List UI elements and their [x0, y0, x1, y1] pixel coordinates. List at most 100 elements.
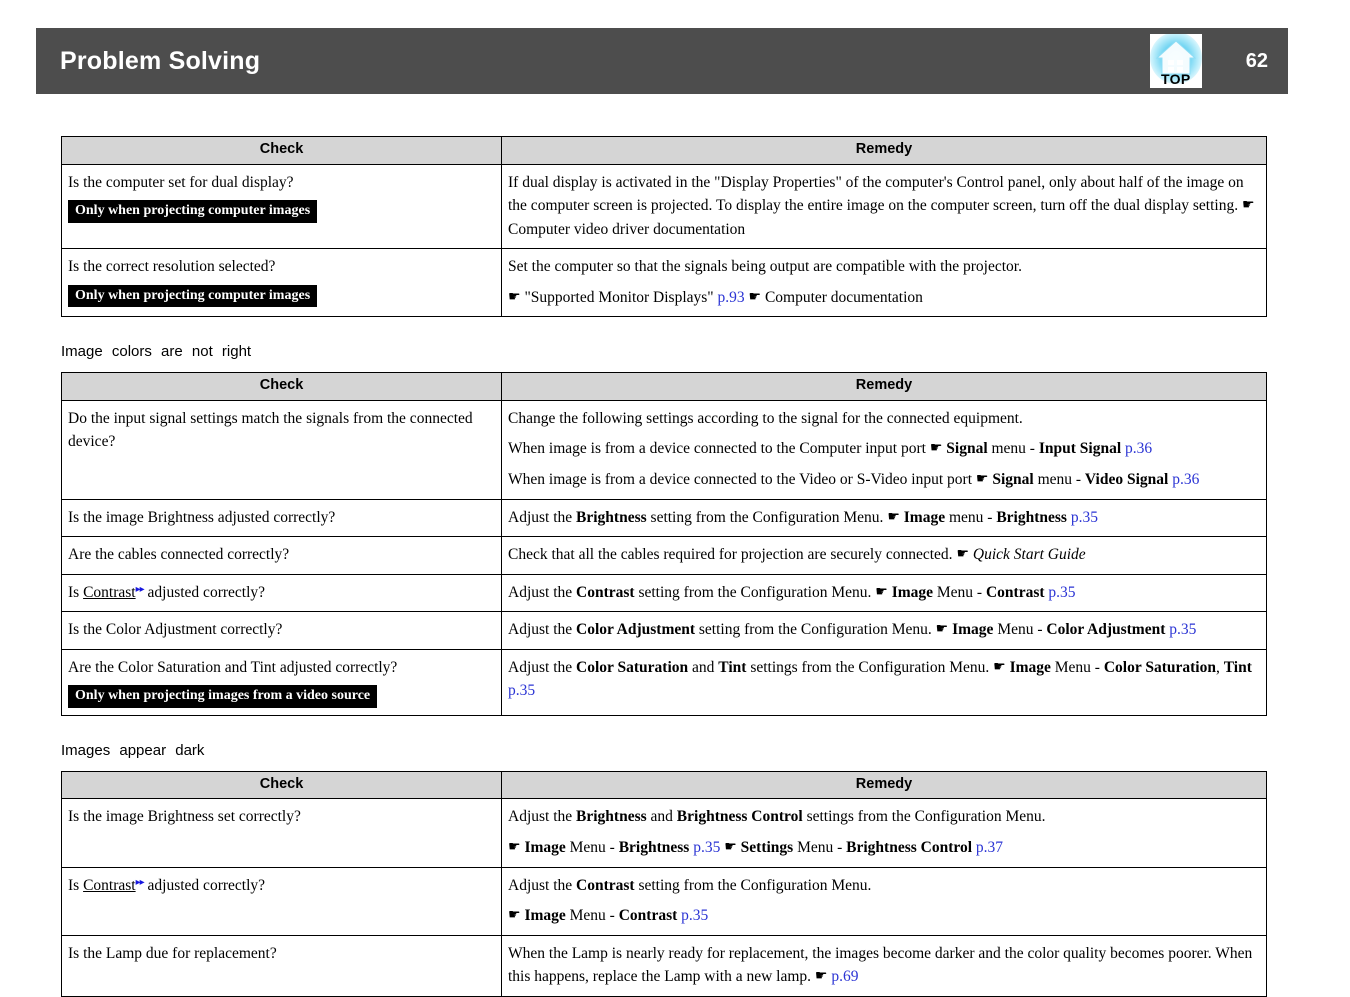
bold-term: Image: [524, 907, 566, 925]
table-row: Is the Lamp due for replacement? When the…: [61, 934, 1267, 997]
glossary-marker-icon: ▸▸: [135, 876, 145, 888]
bold-term: Signal: [946, 440, 988, 458]
bold-term: Color Saturation: [1103, 658, 1216, 676]
remedy-cell: When the Lamp is nearly ready for replac…: [501, 934, 1267, 997]
remedy-cell: Adjust the Brightness and Brightness Con…: [501, 798, 1267, 868]
section-heading: Image colors are not right: [61, 343, 252, 361]
page-link[interactable]: p.35: [1169, 621, 1196, 638]
pointer-hand-icon: ☛: [508, 288, 521, 305]
pointer-hand-icon: ☛: [508, 907, 521, 924]
remedy-cell: Set the computer so that the signals bei…: [501, 248, 1267, 318]
pointer-hand-icon: ☛: [929, 440, 943, 457]
remedy-line: ☛ "Supported Monitor Displays" p.93 ☛ Co…: [508, 288, 923, 306]
check-text: Are the cables connected correctly?: [68, 546, 290, 564]
page-link[interactable]: p.35: [1071, 509, 1098, 526]
pointer-hand-icon: ☛: [508, 839, 521, 855]
remedy-line: Set the computer so that the signals bei…: [508, 258, 1022, 276]
table-header-row: Check Remedy: [61, 372, 1267, 401]
glossary-term-contrast[interactable]: Contrast: [83, 877, 136, 894]
bold-term: Color Saturation: [576, 658, 689, 676]
column-header-check: Check: [61, 372, 502, 401]
column-header-remedy: Remedy: [501, 770, 1267, 800]
bold-term: Brightness: [996, 508, 1067, 526]
troubleshooting-table: Check Remedy Do the input signal settings …: [61, 372, 1267, 716]
check-cell: Is Contrast▸▸ adjusted correctly?: [61, 573, 502, 613]
bold-term: Brightness: [618, 839, 690, 856]
page-link[interactable]: p.93: [718, 289, 745, 306]
check-text: Is the image Brightness adjusted correct…: [68, 508, 336, 526]
table-row: Do the input signal settings match the s…: [61, 399, 1267, 500]
pointer-hand-icon: ☛: [993, 658, 1006, 675]
bold-term: Brightness: [576, 808, 647, 826]
page-link[interactable]: p.37: [976, 839, 1003, 856]
bold-term: Image: [1009, 658, 1051, 676]
table-row: Are the Color Saturation and Tint adjust…: [61, 648, 1267, 716]
remedy-cell: Adjust the Color Adjustment setting from…: [501, 611, 1267, 650]
top-home-icon[interactable]: TOP: [1149, 34, 1202, 88]
pointer-hand-icon: ☛: [956, 546, 969, 563]
glossary-term-contrast[interactable]: Contrast: [83, 584, 136, 601]
pointer-hand-icon: ☛: [875, 583, 888, 600]
check-text: Is the computer set for dual display?: [68, 173, 294, 191]
section-heading: Images appear dark: [61, 741, 205, 759]
check-text: Is Contrast▸▸ adjusted correctly?: [68, 876, 266, 894]
italic-reference: Quick Start Guide: [972, 546, 1086, 564]
page-link[interactable]: p.35: [693, 839, 720, 856]
remedy-line: If dual display is activated in the "Dis…: [508, 173, 1255, 238]
check-cell: Are the Color Saturation and Tint adjust…: [61, 648, 502, 716]
bold-term: Video Signal: [1084, 470, 1169, 488]
condition-badge: Only when projecting computer images: [68, 200, 318, 223]
check-cell: Are the cables connected correctly?: [61, 536, 502, 575]
check-text: Is Contrast▸▸ adjusted correctly?: [68, 583, 266, 601]
bold-term: Signal: [992, 470, 1034, 488]
remedy-line: Adjust the Brightness and Brightness Con…: [508, 808, 1046, 826]
pointer-hand-icon: ☛: [814, 968, 828, 985]
page-link[interactable]: p.35: [508, 682, 535, 699]
remedy-cell: Adjust the Color Saturation and Tint set…: [501, 648, 1267, 716]
table-row: Is Contrast▸▸ adjusted correctly? Adjust …: [61, 866, 1267, 936]
bold-term: Contrast: [576, 876, 635, 894]
table-row: Is the computer set for dual display? Onl…: [61, 163, 1267, 250]
check-cell: Is Contrast▸▸ adjusted correctly?: [61, 866, 502, 936]
bold-term: Image: [891, 583, 934, 601]
remedy-cell: Adjust the Contrast setting from the Con…: [501, 573, 1267, 613]
bold-term: Color Adjustment: [1046, 621, 1166, 639]
bold-term: Brightness: [576, 508, 647, 526]
check-text: Are the Color Saturation and Tint adjust…: [68, 658, 398, 676]
remedy-line: Adjust the Color Adjustment setting from…: [508, 621, 1197, 639]
column-header-check: Check: [61, 136, 502, 165]
check-text: Is the Lamp due for replacement?: [68, 944, 277, 962]
remedy-cell: Change the following settings according …: [501, 399, 1267, 500]
table-header-row: Check Remedy: [61, 770, 1267, 800]
header-right-group: TOP 62: [1149, 34, 1288, 88]
remedy-cell: Check that all the cables required for p…: [501, 536, 1267, 575]
remedy-cell: Adjust the Brightness setting from the C…: [501, 498, 1267, 538]
page-link[interactable]: p.35: [681, 907, 708, 924]
check-cell: Is the Color Adjustment correctly?: [61, 611, 502, 650]
page-link[interactable]: p.69: [831, 968, 858, 985]
check-cell: Is the image Brightness set correctly?: [61, 798, 502, 868]
check-text: Is the image Brightness set correctly?: [68, 808, 301, 826]
check-text: Is the correct resolution selected?: [68, 258, 276, 276]
remedy-line: Change the following settings according …: [508, 409, 1023, 427]
table-row: Are the cables connected correctly? Check…: [61, 536, 1267, 575]
remedy-line: ☛ Image Menu - Contrast p.35: [508, 907, 709, 925]
column-header-check: Check: [61, 770, 502, 800]
condition-badge: Only when projecting images from a video…: [68, 685, 378, 708]
table-row: Is the correct resolution selected? Only …: [61, 248, 1267, 318]
remedy-line: Adjust the Color Saturation and Tint set…: [508, 658, 1252, 700]
bold-term: Image: [903, 508, 946, 526]
page-number: 62: [1245, 49, 1268, 72]
table-row: Is the image Brightness adjusted correct…: [61, 498, 1267, 538]
top-icon-label: TOP: [1161, 71, 1191, 87]
bold-term: Image: [524, 839, 566, 856]
check-text: Do the input signal settings match the s…: [68, 409, 473, 451]
page-link[interactable]: p.36: [1172, 471, 1199, 488]
check-cell: Is the Lamp due for replacement?: [61, 934, 502, 997]
table-header-row: Check Remedy: [61, 136, 1267, 165]
page-link[interactable]: p.35: [1048, 584, 1075, 601]
page-title: Problem Solving: [60, 46, 261, 75]
check-cell: Is the correct resolution selected? Only …: [61, 248, 502, 318]
page-link[interactable]: p.36: [1125, 440, 1152, 457]
remedy-cell: If dual display is activated in the "Dis…: [501, 163, 1267, 250]
